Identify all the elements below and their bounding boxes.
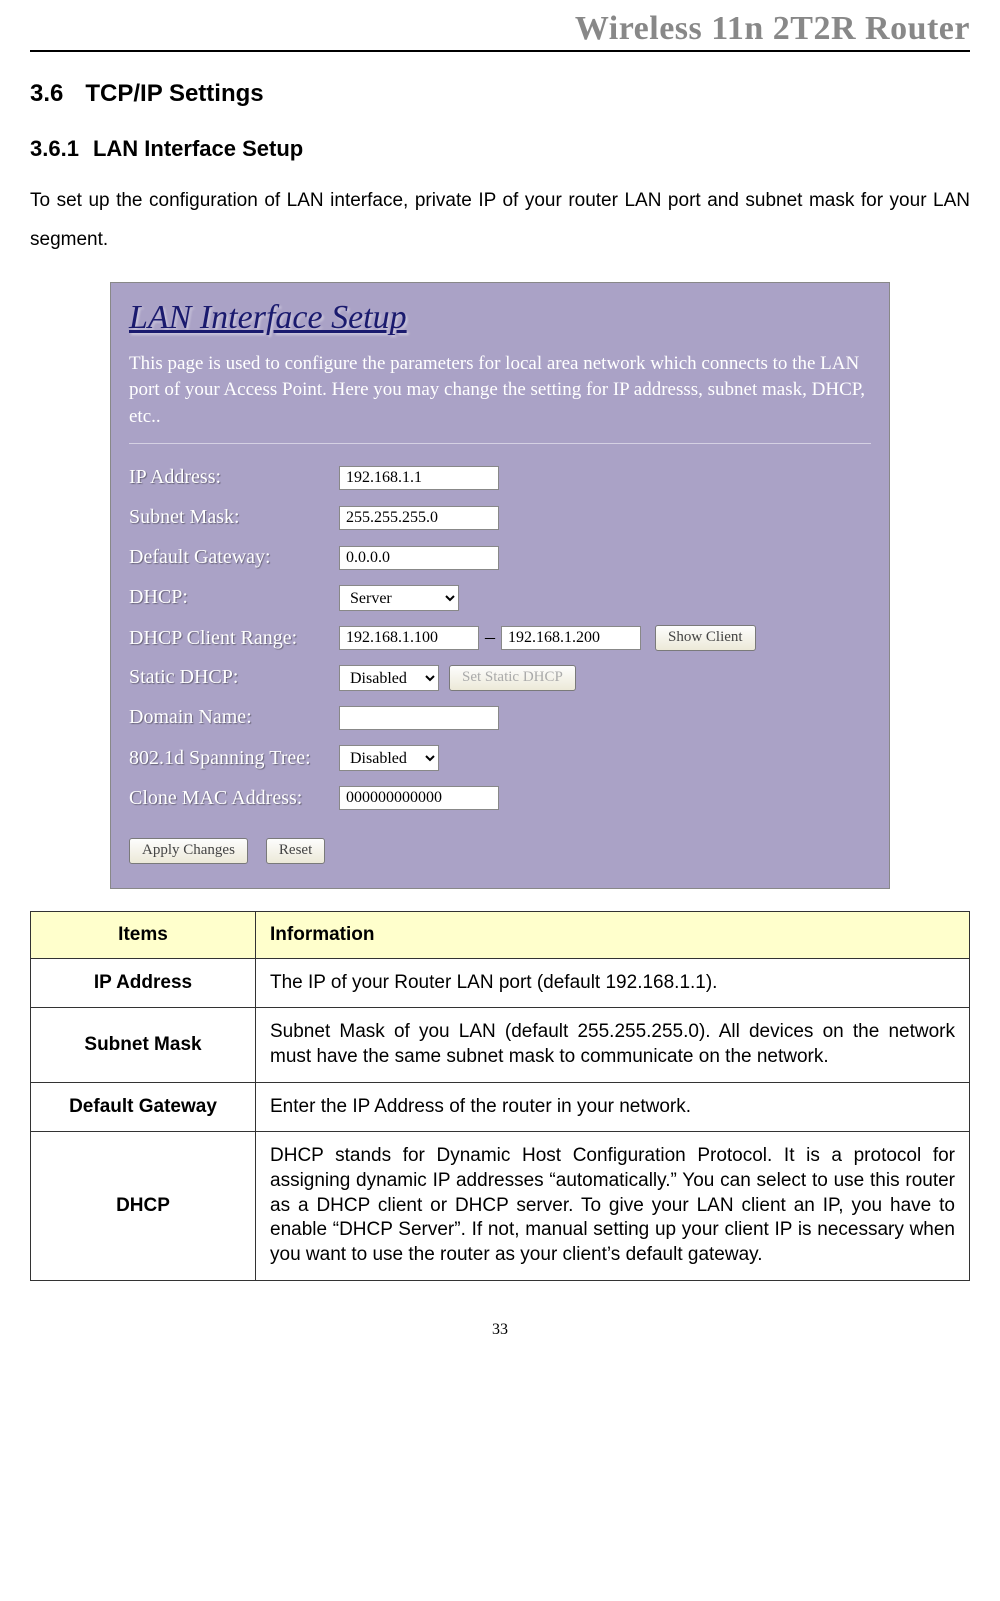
row-ip-address: IP Address: bbox=[129, 462, 871, 494]
info-desc: Subnet Mask of you LAN (default 255.255.… bbox=[256, 1008, 970, 1082]
input-clone-mac[interactable] bbox=[339, 786, 499, 810]
input-domain[interactable] bbox=[339, 706, 499, 730]
section-number: 3.6 bbox=[30, 80, 63, 107]
input-range-end[interactable] bbox=[501, 626, 641, 650]
row-clone-mac: Clone MAC Address: bbox=[129, 782, 871, 814]
row-spanning-tree: 802.1d Spanning Tree: Disabled bbox=[129, 742, 871, 774]
row-domain-name: Domain Name: bbox=[129, 702, 871, 734]
info-header-items: Items bbox=[31, 911, 256, 958]
show-client-button[interactable]: Show Client bbox=[655, 625, 756, 651]
info-desc: The IP of your Router LAN port (default … bbox=[256, 958, 970, 1008]
section-heading: 3.6 TCP/IP Settings bbox=[30, 80, 970, 108]
row-static-dhcp: Static DHCP: Disabled Set Static DHCP bbox=[129, 662, 871, 694]
input-range-start[interactable] bbox=[339, 626, 479, 650]
row-subnet-mask: Subnet Mask: bbox=[129, 502, 871, 534]
panel-divider bbox=[129, 443, 871, 444]
panel-title: LAN Interface Setup bbox=[129, 299, 871, 337]
input-gw[interactable] bbox=[339, 546, 499, 570]
label-ip: IP Address: bbox=[129, 466, 339, 489]
input-mask[interactable] bbox=[339, 506, 499, 530]
label-domain: Domain Name: bbox=[129, 706, 339, 729]
table-row: IP Address The IP of your Router LAN por… bbox=[31, 958, 970, 1008]
select-static-dhcp[interactable]: Disabled bbox=[339, 665, 439, 691]
label-gw: Default Gateway: bbox=[129, 546, 339, 569]
table-row: Default Gateway Enter the IP Address of … bbox=[31, 1082, 970, 1132]
section-title: TCP/IP Settings bbox=[85, 80, 263, 107]
table-row: Subnet Mask Subnet Mask of you LAN (defa… bbox=[31, 1008, 970, 1082]
info-header-information: Information bbox=[256, 911, 970, 958]
info-item: Subnet Mask bbox=[31, 1008, 256, 1082]
subsection-number: 3.6.1 bbox=[30, 136, 79, 161]
doc-header: Wireless 11n 2T2R Router bbox=[30, 10, 970, 52]
label-mask: Subnet Mask: bbox=[129, 506, 339, 529]
info-desc: DHCP stands for Dynamic Host Configurati… bbox=[256, 1132, 970, 1280]
set-static-dhcp-button[interactable]: Set Static DHCP bbox=[449, 665, 576, 691]
row-dhcp: DHCP: Server bbox=[129, 582, 871, 614]
info-desc: Enter the IP Address of the router in yo… bbox=[256, 1082, 970, 1132]
label-static: Static DHCP: bbox=[129, 666, 339, 689]
info-item: IP Address bbox=[31, 958, 256, 1008]
lan-setup-screenshot: LAN Interface Setup This page is used to… bbox=[110, 282, 890, 889]
label-dhcp: DHCP: bbox=[129, 586, 339, 609]
row-dhcp-range: DHCP Client Range: – Show Client bbox=[129, 622, 871, 654]
range-dash: – bbox=[485, 626, 495, 649]
subsection-title: LAN Interface Setup bbox=[93, 136, 303, 161]
select-spanning[interactable]: Disabled bbox=[339, 745, 439, 771]
row-default-gateway: Default Gateway: bbox=[129, 542, 871, 574]
label-spanning: 802.1d Spanning Tree: bbox=[129, 747, 339, 769]
input-ip[interactable] bbox=[339, 466, 499, 490]
apply-changes-button[interactable]: Apply Changes bbox=[129, 838, 248, 864]
reset-button[interactable]: Reset bbox=[266, 838, 325, 864]
subsection-heading: 3.6.1 LAN Interface Setup bbox=[30, 136, 970, 162]
info-table: Items Information IP Address The IP of y… bbox=[30, 911, 970, 1281]
label-clone: Clone MAC Address: bbox=[129, 787, 339, 809]
intro-paragraph: To set up the configuration of LAN inter… bbox=[30, 182, 970, 260]
page-number: 33 bbox=[30, 1321, 970, 1339]
table-row: DHCP DHCP stands for Dynamic Host Config… bbox=[31, 1132, 970, 1280]
select-dhcp[interactable]: Server bbox=[339, 585, 459, 611]
info-item: DHCP bbox=[31, 1132, 256, 1280]
panel-description: This page is used to configure the param… bbox=[129, 351, 871, 431]
panel-button-row: Apply Changes Reset bbox=[129, 838, 871, 864]
info-item: Default Gateway bbox=[31, 1082, 256, 1132]
label-range: DHCP Client Range: bbox=[129, 627, 339, 649]
